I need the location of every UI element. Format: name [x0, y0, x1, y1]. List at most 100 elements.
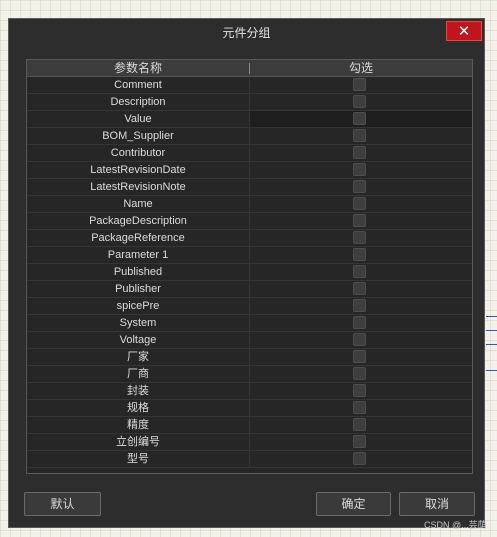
parameter-name: 型号 [27, 451, 250, 468]
table-row[interactable]: 精度 [27, 417, 472, 434]
check-cell [250, 77, 472, 94]
table-row[interactable]: Publisher [27, 281, 472, 298]
parameter-name: System [27, 315, 250, 332]
parameter-checkbox[interactable] [353, 265, 366, 278]
parameter-name: PackageDescription [27, 213, 250, 230]
check-cell [250, 162, 472, 179]
parameter-name: 封装 [27, 383, 250, 400]
parameter-checkbox[interactable] [353, 350, 366, 363]
parameter-checkbox[interactable] [353, 452, 366, 465]
check-cell [250, 230, 472, 247]
dialog-title: 元件分组 [222, 26, 271, 40]
table-row[interactable]: Published [27, 264, 472, 281]
column-header-name[interactable]: 参数名称 [27, 60, 249, 77]
parameter-checkbox[interactable] [353, 299, 366, 312]
column-header-check[interactable]: 勾选 [250, 60, 472, 77]
parameter-name: 规格 [27, 400, 250, 417]
parameter-checkbox[interactable] [353, 384, 366, 397]
parameter-name: 厂商 [27, 366, 250, 383]
check-cell [250, 417, 472, 434]
cancel-button[interactable]: 取消 [399, 492, 475, 516]
table-row[interactable]: PackageReference [27, 230, 472, 247]
check-cell [250, 196, 472, 213]
parameter-name: Parameter 1 [27, 247, 250, 264]
check-cell [250, 179, 472, 196]
check-cell [250, 94, 472, 111]
parameter-name: 精度 [27, 417, 250, 434]
parameter-checkbox[interactable] [353, 231, 366, 244]
check-cell [250, 145, 472, 162]
check-cell [250, 247, 472, 264]
parameter-name: 立创编号 [27, 434, 250, 451]
watermark: CSDN @...芸荫 [424, 520, 487, 530]
table-body: Comment Description Value BOM_Supplier Contr… [27, 77, 472, 468]
check-cell [250, 128, 472, 145]
parameter-name: spicePre [27, 298, 250, 315]
parameter-checkbox[interactable] [353, 316, 366, 329]
parameter-name: Contributor [27, 145, 250, 162]
parameter-checkbox[interactable] [353, 418, 366, 431]
table-row[interactable]: PackageDescription [27, 213, 472, 230]
table-row[interactable]: 厂家 [27, 349, 472, 366]
table-row[interactable]: Name [27, 196, 472, 213]
parameter-name: LatestRevisionNote [27, 179, 250, 196]
parameter-checkbox[interactable] [353, 401, 366, 414]
check-cell [250, 281, 472, 298]
table-row[interactable]: Description [27, 94, 472, 111]
default-button[interactable]: 默认 [24, 492, 101, 516]
parameter-name: Description [27, 94, 250, 111]
check-cell [250, 298, 472, 315]
check-cell [250, 349, 472, 366]
close-icon: ✕ [457, 23, 471, 40]
table-row[interactable]: System [27, 315, 472, 332]
parameter-name: BOM_Supplier [27, 128, 250, 145]
parameter-name: Name [27, 196, 250, 213]
check-cell [250, 434, 472, 451]
table-row[interactable]: Comment [27, 77, 472, 94]
parameter-checkbox[interactable] [353, 129, 366, 142]
table-row[interactable]: Value [27, 111, 472, 128]
parameter-checkbox[interactable] [353, 146, 366, 159]
parameter-checkbox[interactable] [353, 214, 366, 227]
parameter-checkbox[interactable] [353, 435, 366, 448]
check-cell [250, 315, 472, 332]
table-row[interactable]: 规格 [27, 400, 472, 417]
parameter-checkbox[interactable] [353, 112, 366, 125]
table-row[interactable]: 型号 [27, 451, 472, 468]
table-row[interactable]: LatestRevisionDate [27, 162, 472, 179]
ok-button[interactable]: 确定 [316, 492, 391, 516]
parameter-checkbox[interactable] [353, 180, 366, 193]
parameter-checkbox[interactable] [353, 248, 366, 261]
parameter-checkbox[interactable] [353, 367, 366, 380]
check-cell [250, 111, 472, 128]
title-bar[interactable]: 元件分组 ✕ [9, 19, 484, 47]
component-group-dialog: 元件分组 ✕ 参数名称 勾选 Comment Description Value BO… [8, 18, 485, 528]
check-cell [250, 400, 472, 417]
table-row[interactable]: Contributor [27, 145, 472, 162]
parameter-checkbox[interactable] [353, 163, 366, 176]
parameter-name: Published [27, 264, 250, 281]
check-cell [250, 264, 472, 281]
table-header: 参数名称 勾选 [27, 60, 472, 77]
close-button[interactable]: ✕ [446, 21, 482, 41]
parameter-checkbox[interactable] [353, 197, 366, 210]
table-row[interactable]: spicePre [27, 298, 472, 315]
table-row[interactable]: 立创编号 [27, 434, 472, 451]
table-row[interactable]: 厂商 [27, 366, 472, 383]
parameter-checkbox[interactable] [353, 78, 366, 91]
check-cell [250, 213, 472, 230]
table-row[interactable]: Parameter 1 [27, 247, 472, 264]
table-row[interactable]: LatestRevisionNote [27, 179, 472, 196]
parameter-name: Value [27, 111, 250, 128]
table-row[interactable]: 封装 [27, 383, 472, 400]
parameter-name: LatestRevisionDate [27, 162, 250, 179]
parameter-checkbox[interactable] [353, 333, 366, 346]
parameter-checkbox[interactable] [353, 282, 366, 295]
check-cell [250, 451, 472, 468]
table-row[interactable]: Voltage [27, 332, 472, 349]
parameter-name: 厂家 [27, 349, 250, 366]
parameter-checkbox[interactable] [353, 95, 366, 108]
schematic-wires [486, 268, 497, 378]
parameter-table: 参数名称 勾选 Comment Description Value BOM_Suppl… [26, 59, 473, 474]
table-row[interactable]: BOM_Supplier [27, 128, 472, 145]
